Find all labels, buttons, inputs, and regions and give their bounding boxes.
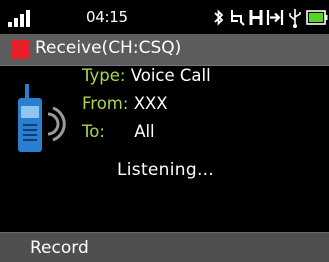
from-label: From: <box>82 94 129 113</box>
gps-icon <box>231 10 245 26</box>
walkie-talkie-icon <box>18 84 66 152</box>
type-label: Type: <box>82 66 126 85</box>
receive-indicator-icon <box>11 40 29 59</box>
h-icon <box>249 10 263 25</box>
call-info-panel: Type: Voice Call From: XXX To: All Liste… <box>0 66 329 231</box>
signal-icon <box>8 10 30 27</box>
to-label: To: <box>82 122 105 141</box>
tab-icon <box>266 10 284 25</box>
from-row: From: XXX <box>82 94 168 113</box>
to-value: All <box>134 122 155 141</box>
bluetooth-icon <box>214 9 224 26</box>
record-softkey[interactable]: Record <box>30 238 89 258</box>
type-value: Voice Call <box>130 66 211 85</box>
usb-icon <box>289 9 301 28</box>
page-title: Receive(CH:CSQ) <box>35 38 182 58</box>
status-bar: 04:15 <box>0 0 329 34</box>
softkey-bar: Record <box>0 232 329 262</box>
from-value: XXX <box>133 94 168 113</box>
call-status-text: Listening... <box>117 160 215 180</box>
type-row: Type: Voice Call <box>82 66 211 85</box>
title-bar: Receive(CH:CSQ) <box>0 34 329 66</box>
to-row: To: All <box>82 122 155 141</box>
clock-time: 04:15 <box>86 8 128 26</box>
battery-icon <box>306 10 328 25</box>
